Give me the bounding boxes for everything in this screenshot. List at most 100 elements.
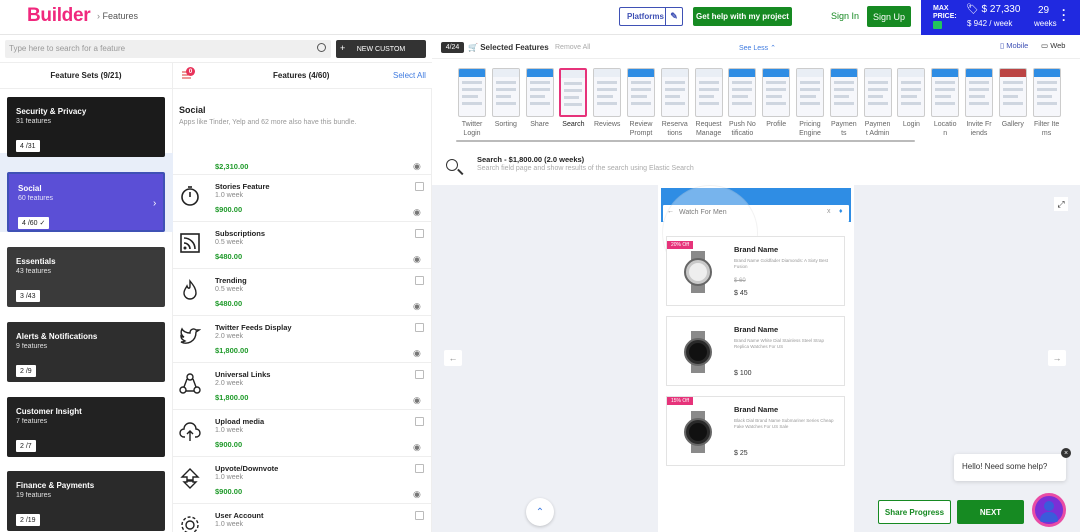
feature-thumbnail[interactable] xyxy=(593,68,622,117)
builder-logo[interactable]: Builder xyxy=(27,5,91,27)
feature-thumbnail[interactable] xyxy=(660,68,689,117)
web-toggle[interactable]: ▭ Web xyxy=(1041,41,1065,50)
eye-icon[interactable]: ◉ xyxy=(413,161,421,172)
feature-set-card[interactable]: Alerts & Notifications 9 features 2 /9 xyxy=(7,322,165,382)
max-price-panel: MAX PRICE: 🏷 $ 27,330 $ 942 / week 29 we… xyxy=(921,0,1080,35)
clear-icon[interactable]: x xyxy=(827,208,831,215)
eye-icon[interactable]: ◉ xyxy=(413,442,421,453)
feature-thumbnail[interactable] xyxy=(965,68,993,117)
strip-scrollbar[interactable] xyxy=(456,140,915,142)
product-card[interactable]: 20% Off Brand Name Brand Name Goldfader … xyxy=(666,236,845,306)
feature-thumbnail[interactable] xyxy=(762,68,791,117)
get-help-button[interactable]: Get help with my project xyxy=(693,7,792,26)
feature-checkbox[interactable] xyxy=(415,370,424,379)
new-custom-button[interactable]: + NEW CUSTOM xyxy=(336,40,426,58)
thumb-line xyxy=(1036,102,1057,105)
thumb-line xyxy=(833,88,854,91)
feature-thumbnail[interactable] xyxy=(1032,68,1061,117)
expand-icon[interactable]: ⤢ xyxy=(1054,197,1068,211)
next-arrow-icon[interactable]: → xyxy=(1048,350,1066,366)
feature-row-partial[interactable]: $2,310.00 ◉ xyxy=(173,149,431,175)
feature-thumbnail[interactable] xyxy=(458,68,486,117)
feature-thumbnail[interactable] xyxy=(728,68,757,117)
feature-row[interactable]: Twitter Feeds Display 2.0 week $1,800.00… xyxy=(173,316,431,363)
platforms-button[interactable]: Platforms ✎ xyxy=(619,7,683,26)
thumb-line xyxy=(564,82,583,85)
feature-thumbnail[interactable] xyxy=(694,68,723,117)
feature-row[interactable]: Subscriptions 0.5 week $480.00 ◉ xyxy=(173,222,431,269)
feature-thumbnail[interactable] xyxy=(559,68,588,117)
feature-sets-header: Feature Sets (9/21) xyxy=(0,63,173,89)
thumb-line xyxy=(597,95,613,98)
sign-up-button[interactable]: Sign Up xyxy=(867,6,911,27)
thumb-line xyxy=(1036,88,1057,91)
product-card[interactable]: Brand Name Brand Name White Dial Stainle… xyxy=(666,316,845,386)
feature-set-card[interactable]: Finance & Payments 19 features 2 /19 xyxy=(7,471,165,531)
breadcrumb-features[interactable]: Features xyxy=(103,11,139,21)
feature-checkbox[interactable] xyxy=(415,276,424,285)
feature-thumbnail[interactable] xyxy=(627,68,655,117)
feature-info: Search - $1,800.00 (2.0 weeks) Search fi… xyxy=(432,149,1080,185)
feature-set-card[interactable]: Essentials 43 features 3 /43 xyxy=(7,247,165,307)
feature-set-card[interactable]: Security & Privacy 31 features 4 /31 xyxy=(7,97,165,157)
eye-icon[interactable]: ◉ xyxy=(413,395,421,406)
pencil-icon[interactable]: ✎ xyxy=(665,8,682,25)
feature-set-card[interactable]: Social 60 features 4 /60 ✓ › xyxy=(7,172,165,232)
feature-thumbnail[interactable] xyxy=(998,68,1027,117)
info-icon[interactable] xyxy=(933,21,942,29)
discount-tag: 15% Off xyxy=(667,397,693,405)
feature-price: $900.00 xyxy=(215,440,243,449)
eye-icon[interactable]: ◉ xyxy=(413,301,421,312)
feature-thumbnail[interactable] xyxy=(796,68,824,117)
feature-row[interactable]: Trending 0.5 week $480.00 ◉ xyxy=(173,269,431,316)
feature-thumbnail[interactable] xyxy=(863,68,892,117)
feature-row[interactable]: Upload media 1.0 week $900.00 ◉ xyxy=(173,410,431,457)
feature-checkbox[interactable] xyxy=(415,182,424,191)
feature-thumbnail[interactable] xyxy=(897,68,926,117)
rss-icon xyxy=(180,233,200,253)
avatar-body xyxy=(1040,512,1058,522)
feature-checkbox[interactable] xyxy=(415,464,424,473)
close-chat-icon[interactable]: × xyxy=(1061,448,1071,458)
feature-row[interactable]: User Account 1.0 week ◉ xyxy=(173,504,431,532)
thumb-header xyxy=(830,69,857,77)
eye-icon[interactable]: ◉ xyxy=(413,254,421,265)
microphone-icon[interactable]: ♦ xyxy=(839,208,843,215)
scroll-up-button[interactable]: ⌃ xyxy=(526,498,554,526)
sign-in-link[interactable]: Sign In xyxy=(831,11,859,21)
feature-thumbnail[interactable] xyxy=(491,68,520,117)
feature-thumbnail[interactable] xyxy=(931,68,960,117)
feature-checkbox[interactable] xyxy=(415,323,424,332)
feature-thumbnail[interactable] xyxy=(829,68,858,117)
more-menu-icon[interactable]: · · · xyxy=(1062,4,1066,26)
feature-set-card[interactable]: Customer Insight 7 features 2 /7 xyxy=(7,397,165,457)
product-description: Brand Name Goldfader Diamonds: A Sixty B… xyxy=(734,258,829,269)
eye-icon[interactable]: ◉ xyxy=(413,489,421,500)
feature-row[interactable]: Universal Links 2.0 week $1,800.00 ◉ xyxy=(173,363,431,410)
features-list: Social Apps like Tinder, Yelp and 62 mor… xyxy=(173,89,432,532)
product-card[interactable]: 15% Off Brand Name Black Dial Brand Name… xyxy=(666,396,845,466)
eye-icon[interactable]: ◉ xyxy=(413,348,421,359)
feature-search-input[interactable]: Type here to search for a feature xyxy=(5,40,331,58)
feature-thumbnail[interactable] xyxy=(525,68,554,117)
feature-row[interactable]: Stories Feature 1.0 week $900.00 ◉ xyxy=(173,175,431,222)
feature-checkbox[interactable] xyxy=(415,417,424,426)
feature-checkbox[interactable] xyxy=(415,511,424,520)
remove-all-link[interactable]: Remove All xyxy=(555,44,590,51)
next-button[interactable]: NEXT xyxy=(957,500,1024,524)
eye-icon[interactable]: ◉ xyxy=(413,207,421,218)
breadcrumb[interactable]: › Features xyxy=(97,11,138,21)
select-all-link[interactable]: Select All xyxy=(393,71,426,80)
see-less-link[interactable]: See Less ⌃ xyxy=(739,44,776,52)
chat-avatar[interactable] xyxy=(1032,493,1066,527)
feature-checkbox[interactable] xyxy=(415,229,424,238)
prev-arrow-icon[interactable]: ← xyxy=(444,350,462,366)
share-progress-button[interactable]: Share Progress xyxy=(878,500,951,524)
feature-thumbnail-label: Paymen t Admin xyxy=(864,121,891,137)
feature-name: Upload media xyxy=(215,417,265,426)
search-icon[interactable] xyxy=(317,43,326,52)
search-icon-handle xyxy=(457,168,464,175)
feature-row[interactable]: Upvote/Downvote 1.0 week $900.00 ◉ xyxy=(173,457,431,504)
thumb-line xyxy=(732,102,753,105)
mobile-toggle[interactable]: ▯ Mobile xyxy=(1000,41,1028,50)
